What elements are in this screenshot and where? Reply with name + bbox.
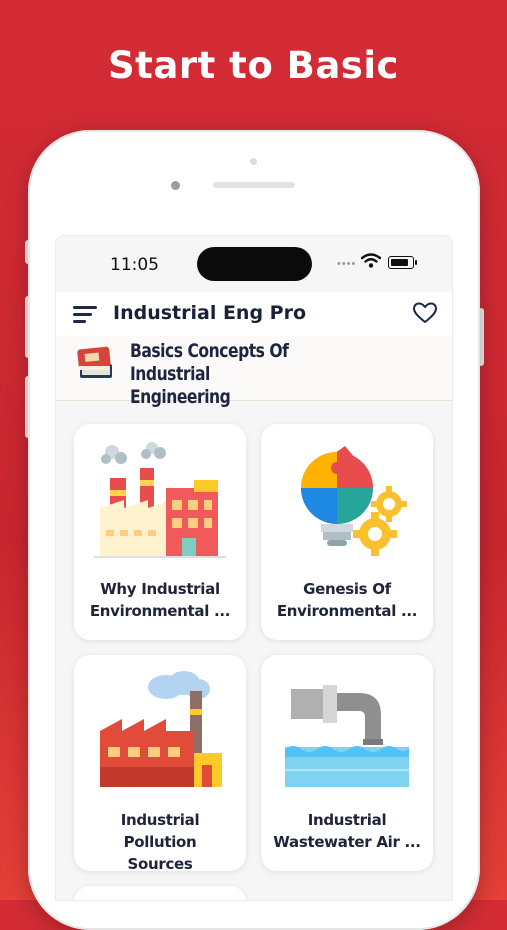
card-label-line2: Wastewater Air ... [273, 833, 421, 851]
promo-headline: Start to Basic [108, 44, 399, 87]
topic-card-why-industrial[interactable]: Why Industrial Environmental ... [74, 424, 246, 640]
topic-card-label: Industrial Pollution Sources [82, 809, 238, 875]
section-title-line2: Engineering [130, 386, 231, 408]
heart-icon[interactable] [412, 301, 438, 325]
card-label-line1: Genesis Of [303, 580, 391, 598]
topic-card-wastewater[interactable]: Industrial Wastewater Air ... [261, 655, 433, 871]
section-header: Basics Concepts Of Industrial Engineerin… [56, 336, 452, 408]
card-label-line1: Why Industrial [100, 580, 220, 598]
phone-sensor [250, 158, 257, 165]
topic-card-partial[interactable] [74, 886, 246, 900]
phone-speaker [213, 182, 295, 188]
pipe-water-icon [285, 685, 409, 787]
book-icon [77, 346, 112, 378]
factory-smoke-icon [100, 671, 222, 787]
card-label-line1: Industrial Pollution [120, 811, 200, 851]
wifi-icon [361, 253, 381, 268]
topic-card-label: Why Industrial Environmental ... [82, 578, 238, 622]
topic-card-genesis[interactable]: Genesis Of Environmental ... [261, 424, 433, 640]
battery-tip [415, 260, 417, 265]
battery-icon [388, 256, 414, 269]
section-title: Basics Concepts Of Industrial Engineerin… [130, 340, 360, 409]
card-label-line1: Industrial [307, 811, 387, 829]
card-label-line2: Environmental ... [276, 602, 418, 620]
lightbulb-puzzle-gear-icon [301, 446, 407, 556]
section-title-line1: Basics Concepts Of Industrial [130, 340, 289, 385]
hamburger-icon[interactable] [73, 304, 99, 324]
app-title: Industrial Eng Pro [113, 302, 307, 324]
card-label-line2: Environmental ... [89, 602, 231, 620]
app-bar: Industrial Eng Pro [56, 292, 452, 336]
topic-card-label: Genesis Of Environmental ... [269, 578, 425, 622]
dynamic-island [197, 247, 312, 281]
topic-card-label: Industrial Wastewater Air ... [269, 809, 425, 853]
card-label-line2: Sources [127, 855, 193, 873]
status-time: 11:05 [110, 255, 159, 275]
signal-icon: •••• [337, 258, 357, 270]
factory-building-icon [94, 442, 226, 558]
topic-card-pollution-sources[interactable]: Industrial Pollution Sources [74, 655, 246, 873]
app-screen: 11:05 •••• Industrial Eng Pro Basics Con… [56, 236, 452, 900]
status-bar: 11:05 •••• [56, 236, 452, 292]
phone-front-camera [171, 181, 180, 190]
